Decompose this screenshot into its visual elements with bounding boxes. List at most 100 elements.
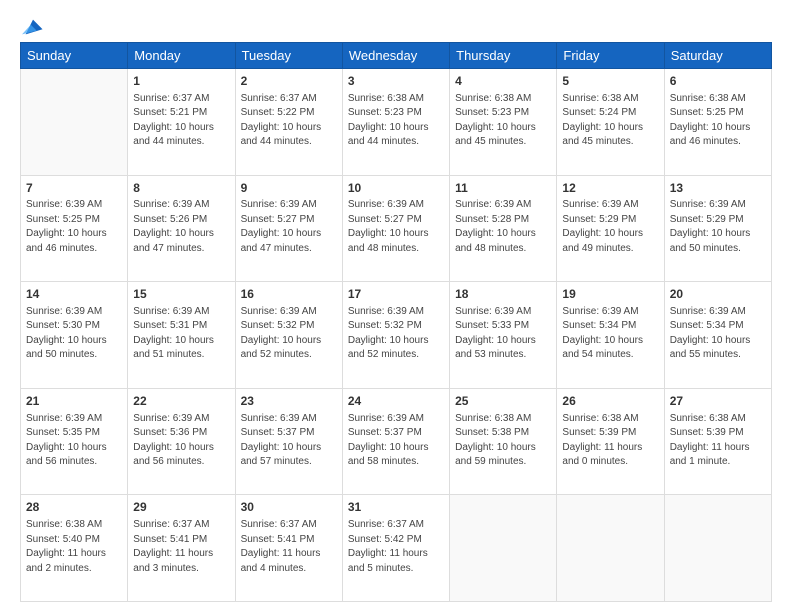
cell-date: 26 bbox=[562, 393, 658, 410]
cell-info: Sunrise: 6:37 AMSunset: 5:21 PMDaylight:… bbox=[133, 92, 229, 150]
calendar-cell: 4 Sunrise: 6:38 AMSunset: 5:23 PMDaylight… bbox=[450, 69, 557, 176]
calendar-cell: 15 Sunrise: 6:39 AMSunset: 5:31 PMDayligh… bbox=[128, 282, 235, 389]
col-wednesday: Wednesday bbox=[342, 43, 449, 69]
cell-info: Sunrise: 6:38 AMSunset: 5:23 PMDaylight:… bbox=[455, 92, 551, 150]
calendar-cell bbox=[450, 495, 557, 602]
cell-info: Sunrise: 6:38 AMSunset: 5:25 PMDaylight:… bbox=[670, 92, 766, 150]
calendar-cell: 31Sunrise: 6:37 AMSunset: 5:42 PMDayligh… bbox=[342, 495, 449, 602]
cell-info: Sunrise: 6:39 AMSunset: 5:27 PMDaylight:… bbox=[241, 198, 337, 256]
cell-date: 19 bbox=[562, 286, 658, 303]
cell-info: Sunrise: 6:38 AMSunset: 5:23 PMDaylight:… bbox=[348, 92, 444, 150]
calendar-cell: 11Sunrise: 6:39 AMSunset: 5:28 PMDayligh… bbox=[450, 175, 557, 282]
cell-date: 7 bbox=[26, 180, 122, 197]
header bbox=[20, 16, 772, 34]
calendar-cell: 30Sunrise: 6:37 AMSunset: 5:41 PMDayligh… bbox=[235, 495, 342, 602]
cell-date: 30 bbox=[241, 499, 337, 516]
calendar-cell: 22Sunrise: 6:39 AMSunset: 5:36 PMDayligh… bbox=[128, 388, 235, 495]
cell-info: Sunrise: 6:39 AMSunset: 5:32 PMDaylight:… bbox=[241, 305, 337, 363]
calendar-table: Sunday Monday Tuesday Wednesday Thursday… bbox=[20, 42, 772, 602]
logo-icon bbox=[22, 16, 44, 38]
cell-date: 9 bbox=[241, 180, 337, 197]
calendar-cell: 3 Sunrise: 6:38 AMSunset: 5:23 PMDaylight… bbox=[342, 69, 449, 176]
cell-date: 2 bbox=[241, 73, 337, 90]
calendar-cell: 21 Sunrise: 6:39 AMSunset: 5:35 PMDayligh… bbox=[21, 388, 128, 495]
calendar-cell: 25Sunrise: 6:38 AMSunset: 5:38 PMDayligh… bbox=[450, 388, 557, 495]
cell-date: 8 bbox=[133, 180, 229, 197]
calendar-cell: 28 Sunrise: 6:38 AMSunset: 5:40 PMDayligh… bbox=[21, 495, 128, 602]
col-sunday: Sunday bbox=[21, 43, 128, 69]
cell-info: Sunrise: 6:39 AMSunset: 5:36 PMDaylight:… bbox=[133, 412, 229, 470]
cell-info: Sunrise: 6:37 AMSunset: 5:41 PMDaylight:… bbox=[133, 518, 229, 576]
cell-date: 28 bbox=[26, 499, 122, 516]
calendar-cell: 26 Sunrise: 6:38 AMSunset: 5:39 PMDayligh… bbox=[557, 388, 664, 495]
calendar-cell: 24 Sunrise: 6:39 AMSunset: 5:37 PMDayligh… bbox=[342, 388, 449, 495]
calendar-cell: 27 Sunrise: 6:38 AMSunset: 5:39 PMDayligh… bbox=[664, 388, 771, 495]
col-thursday: Thursday bbox=[450, 43, 557, 69]
cell-info: Sunrise: 6:39 AMSunset: 5:25 PMDaylight:… bbox=[26, 198, 122, 256]
cell-info: Sunrise: 6:39 AMSunset: 5:30 PMDaylight:… bbox=[26, 305, 122, 363]
cell-info: Sunrise: 6:39 AMSunset: 5:35 PMDaylight:… bbox=[26, 412, 122, 470]
col-monday: Monday bbox=[128, 43, 235, 69]
cell-info: Sunrise: 6:39 AMSunset: 5:34 PMDaylight:… bbox=[670, 305, 766, 363]
cell-info: Sunrise: 6:39 AMSunset: 5:26 PMDaylight:… bbox=[133, 198, 229, 256]
cell-info: Sunrise: 6:39 AMSunset: 5:34 PMDaylight:… bbox=[562, 305, 658, 363]
calendar-cell: 10Sunrise: 6:39 AMSunset: 5:27 PMDayligh… bbox=[342, 175, 449, 282]
cell-info: Sunrise: 6:38 AMSunset: 5:39 PMDaylight:… bbox=[670, 412, 766, 470]
week-row-2: 7Sunrise: 6:39 AMSunset: 5:25 PMDaylight… bbox=[21, 175, 772, 282]
cell-info: Sunrise: 6:39 AMSunset: 5:28 PMDaylight:… bbox=[455, 198, 551, 256]
calendar-cell bbox=[557, 495, 664, 602]
calendar-cell: 23Sunrise: 6:39 AMSunset: 5:37 PMDayligh… bbox=[235, 388, 342, 495]
col-tuesday: Tuesday bbox=[235, 43, 342, 69]
cell-info: Sunrise: 6:39 AMSunset: 5:37 PMDaylight:… bbox=[241, 412, 337, 470]
cell-info: Sunrise: 6:39 AMSunset: 5:32 PMDaylight:… bbox=[348, 305, 444, 363]
calendar-cell: 7Sunrise: 6:39 AMSunset: 5:25 PMDaylight… bbox=[21, 175, 128, 282]
cell-info: Sunrise: 6:39 AMSunset: 5:31 PMDaylight:… bbox=[133, 305, 229, 363]
calendar-cell: 29 Sunrise: 6:37 AMSunset: 5:41 PMDayligh… bbox=[128, 495, 235, 602]
cell-info: Sunrise: 6:37 AMSunset: 5:22 PMDaylight:… bbox=[241, 92, 337, 150]
cell-info: Sunrise: 6:39 AMSunset: 5:29 PMDaylight:… bbox=[670, 198, 766, 256]
cell-info: Sunrise: 6:37 AMSunset: 5:42 PMDaylight:… bbox=[348, 518, 444, 576]
cell-date: 5 bbox=[562, 73, 658, 90]
cell-date: 25 bbox=[455, 393, 551, 410]
calendar-cell bbox=[21, 69, 128, 176]
cell-info: Sunrise: 6:38 AMSunset: 5:40 PMDaylight:… bbox=[26, 518, 122, 576]
logo bbox=[20, 16, 44, 34]
calendar-cell: 20 Sunrise: 6:39 AMSunset: 5:34 PMDayligh… bbox=[664, 282, 771, 389]
col-friday: Friday bbox=[557, 43, 664, 69]
cell-date: 13 bbox=[670, 180, 766, 197]
cell-date: 15 bbox=[133, 286, 229, 303]
calendar-cell: 9Sunrise: 6:39 AMSunset: 5:27 PMDaylight… bbox=[235, 175, 342, 282]
cell-date: 20 bbox=[670, 286, 766, 303]
calendar-cell: 13Sunrise: 6:39 AMSunset: 5:29 PMDayligh… bbox=[664, 175, 771, 282]
cell-info: Sunrise: 6:39 AMSunset: 5:37 PMDaylight:… bbox=[348, 412, 444, 470]
cell-date: 14 bbox=[26, 286, 122, 303]
cell-date: 29 bbox=[133, 499, 229, 516]
calendar-cell: 8Sunrise: 6:39 AMSunset: 5:26 PMDaylight… bbox=[128, 175, 235, 282]
calendar-cell: 12Sunrise: 6:39 AMSunset: 5:29 PMDayligh… bbox=[557, 175, 664, 282]
cell-info: Sunrise: 6:38 AMSunset: 5:39 PMDaylight:… bbox=[562, 412, 658, 470]
page: Sunday Monday Tuesday Wednesday Thursday… bbox=[0, 0, 792, 612]
cell-date: 27 bbox=[670, 393, 766, 410]
calendar-cell: 17 Sunrise: 6:39 AMSunset: 5:32 PMDayligh… bbox=[342, 282, 449, 389]
calendar-cell: 14 Sunrise: 6:39 AMSunset: 5:30 PMDayligh… bbox=[21, 282, 128, 389]
cell-info: Sunrise: 6:38 AMSunset: 5:24 PMDaylight:… bbox=[562, 92, 658, 150]
cell-date: 17 bbox=[348, 286, 444, 303]
cell-date: 10 bbox=[348, 180, 444, 197]
calendar-cell: 18Sunrise: 6:39 AMSunset: 5:33 PMDayligh… bbox=[450, 282, 557, 389]
cell-date: 4 bbox=[455, 73, 551, 90]
week-row-1: 1Sunrise: 6:37 AMSunset: 5:21 PMDaylight… bbox=[21, 69, 772, 176]
cell-date: 16 bbox=[241, 286, 337, 303]
calendar-cell: 6Sunrise: 6:38 AMSunset: 5:25 PMDaylight… bbox=[664, 69, 771, 176]
calendar-cell: 5 Sunrise: 6:38 AMSunset: 5:24 PMDaylight… bbox=[557, 69, 664, 176]
calendar-cell: 19 Sunrise: 6:39 AMSunset: 5:34 PMDayligh… bbox=[557, 282, 664, 389]
cell-info: Sunrise: 6:39 AMSunset: 5:29 PMDaylight:… bbox=[562, 198, 658, 256]
cell-date: 3 bbox=[348, 73, 444, 90]
cell-info: Sunrise: 6:39 AMSunset: 5:27 PMDaylight:… bbox=[348, 198, 444, 256]
cell-info: Sunrise: 6:39 AMSunset: 5:33 PMDaylight:… bbox=[455, 305, 551, 363]
cell-date: 12 bbox=[562, 180, 658, 197]
cell-date: 24 bbox=[348, 393, 444, 410]
calendar-cell: 16 Sunrise: 6:39 AMSunset: 5:32 PMDayligh… bbox=[235, 282, 342, 389]
cell-date: 21 bbox=[26, 393, 122, 410]
week-row-5: 28 Sunrise: 6:38 AMSunset: 5:40 PMDayligh… bbox=[21, 495, 772, 602]
calendar-cell bbox=[664, 495, 771, 602]
